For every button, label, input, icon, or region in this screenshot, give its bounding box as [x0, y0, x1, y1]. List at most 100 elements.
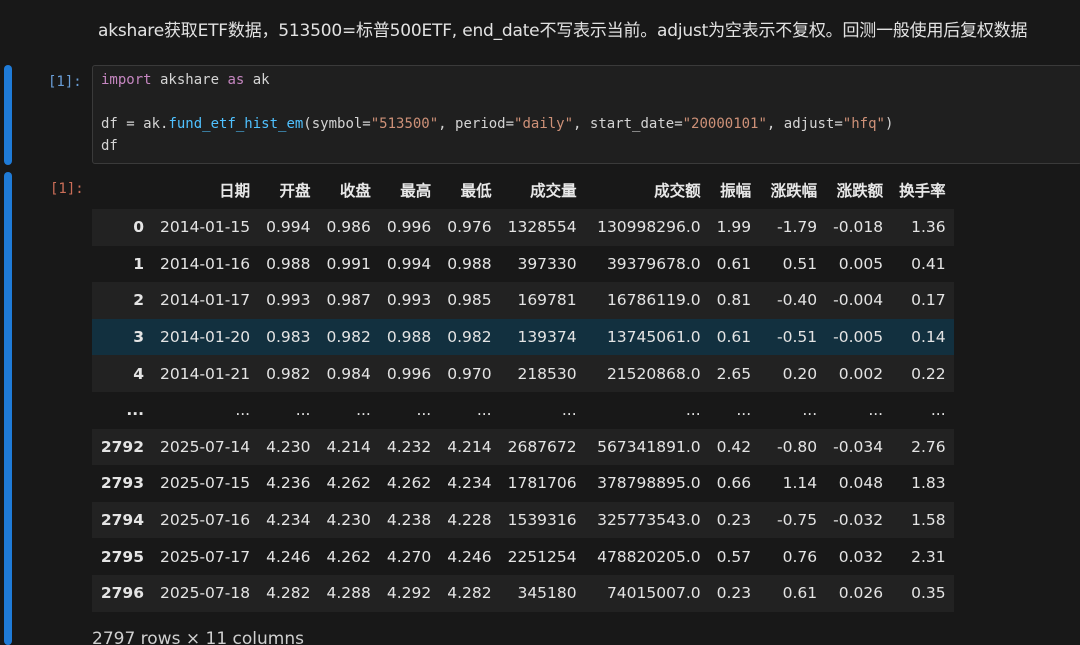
table-cell: ... [930, 401, 946, 420]
table-cell: -0.034 [833, 437, 884, 456]
table-cell: 0.66 [716, 474, 752, 493]
row-index: 4 [133, 364, 144, 383]
table-cell: ... [561, 401, 577, 420]
table-cell: ... [356, 401, 371, 420]
table-cell: 0.976 [447, 218, 492, 237]
column-header: 振幅 [720, 182, 752, 200]
table-cell: 0.23 [716, 511, 752, 530]
table-cell: ... [868, 401, 884, 420]
table-cell: 2014-01-16 [160, 254, 251, 273]
table-cell: 2014-01-15 [160, 218, 251, 237]
table-cell: 0.982 [266, 364, 311, 383]
code-cell-focus-bar[interactable] [4, 65, 12, 165]
table-cell: 4.234 [266, 511, 311, 530]
table-cell: 4.214 [447, 437, 492, 456]
table-row: 2794 2025-07-16 4.234 4.230 4.238 4.228 153931… [92, 501, 954, 539]
table-cell: 4.228 [447, 511, 492, 530]
table-cell: 2025-07-17 [160, 547, 251, 566]
table-cell: 0.986 [326, 218, 371, 237]
column-header: 涨跌幅 [770, 182, 818, 200]
table-cell: 0.81 [716, 291, 752, 310]
table-cell: 2025-07-16 [160, 511, 251, 530]
table-cell: 0.993 [266, 291, 311, 310]
table-cell: -0.51 [777, 328, 818, 347]
code-line[interactable]: df [101, 138, 118, 154]
table-cell: 2.31 [911, 547, 946, 566]
table-cell: 4.234 [447, 474, 492, 493]
row-index: 1 [133, 254, 144, 273]
row-index: 2796 [100, 584, 144, 603]
table-cell: 0.17 [911, 291, 946, 310]
column-header: 最高 [400, 182, 432, 200]
table-row: 2796 2025-07-18 4.282 4.288 4.292 4.282 345180… [92, 574, 954, 612]
code-token: , start_date= [573, 116, 683, 132]
table-row: 2795 2025-07-17 4.246 4.262 4.270 4.246 225125… [92, 538, 954, 575]
table-cell: 2251254 [507, 547, 577, 566]
row-index: ... [126, 401, 144, 420]
table-cell: 378798895.0 [597, 474, 701, 493]
row-index: 2792 [100, 437, 144, 456]
table-cell: 0.005 [838, 254, 884, 273]
table-cell: 0.57 [716, 547, 752, 566]
table-cell: ... [235, 401, 251, 420]
table-cell: 0.994 [266, 218, 311, 237]
table-cell: 4.262 [386, 474, 432, 493]
table-cell: -0.75 [777, 511, 818, 530]
code-editor[interactable]: import akshare as ak df = ak.fund_etf_his… [92, 65, 1080, 164]
code-token: akshare [151, 72, 228, 88]
table-cell: 4.262 [326, 547, 371, 566]
code-token: , period= [438, 116, 515, 132]
table-cell: 0.987 [326, 291, 371, 310]
column-header: 日期 [219, 182, 251, 200]
table-cell: 4.230 [326, 511, 371, 530]
table-row: 3 2014-01-20 0.983 0.982 0.988 0.982 139374 137… [92, 318, 954, 356]
table-cell: 1.36 [911, 218, 946, 237]
table-cell: 0.76 [782, 547, 818, 566]
table-row: 1 2014-01-16 0.988 0.991 0.994 0.988 397330 393… [92, 245, 954, 283]
table-row: 2 2014-01-17 0.993 0.987 0.993 0.985 169781 167… [92, 282, 954, 319]
table-cell: 0.61 [716, 254, 752, 273]
code-token: "daily" [514, 116, 574, 132]
table-cell: 13745061.0 [606, 328, 701, 347]
table-cell: 0.982 [326, 328, 371, 347]
row-index: 2793 [100, 474, 144, 493]
column-header: 开盘 [279, 182, 311, 200]
code-line[interactable]: df = ak.fund_etf_hist_em(symbol="513500"… [101, 116, 893, 132]
table-cell: 0.41 [911, 254, 946, 273]
table-cell: ... [802, 401, 818, 420]
row-index: 2 [133, 291, 144, 310]
table-cell: 0.032 [838, 547, 884, 566]
table-cell: 1539316 [507, 511, 577, 530]
table-row: 0 2014-01-15 0.994 0.986 0.996 0.976 1328554 13… [92, 209, 954, 246]
table-cell: -1.79 [777, 218, 818, 237]
table-cell: 4.230 [266, 437, 311, 456]
table-cell: 4.262 [326, 474, 371, 493]
table-cell: 478820205.0 [597, 547, 701, 566]
table-cell: -0.80 [777, 437, 818, 456]
table-cell: 0.982 [447, 328, 492, 347]
table-cell: 21520868.0 [606, 364, 701, 383]
table-cell: 0.61 [782, 584, 818, 603]
table-cell: 4.270 [386, 547, 432, 566]
table-cell: 0.026 [838, 584, 884, 603]
table-cell: 567341891.0 [597, 437, 701, 456]
column-header: 成交量 [530, 182, 577, 200]
table-cell: 130998296.0 [597, 218, 701, 237]
column-header: 换手率 [899, 182, 946, 200]
table-row: 2793 2025-07-15 4.236 4.262 4.262 4.234 178170… [92, 465, 954, 502]
table-cell: 0.14 [911, 328, 946, 347]
table-cell: 16786119.0 [606, 291, 701, 310]
table-cell: 39379678.0 [606, 254, 701, 273]
column-header: 最低 [460, 182, 492, 200]
table-cell: 4.238 [386, 511, 432, 530]
table-cell: 0.996 [386, 364, 432, 383]
table-cell: -0.018 [833, 218, 884, 237]
table-cell: 4.246 [266, 547, 311, 566]
output-cell-focus-bar[interactable] [4, 172, 12, 645]
table-cell: 0.51 [782, 254, 818, 273]
code-line[interactable]: import akshare as ak [101, 72, 270, 88]
table-header-row: 日期 开盘 收盘 最高 最低 成交量 成交额 振幅 涨跌幅 涨跌额 换手率 [92, 171, 954, 209]
table-cell: 4.282 [447, 584, 492, 603]
table-cell: 0.993 [386, 291, 432, 310]
table-cell: 2.76 [911, 437, 946, 456]
